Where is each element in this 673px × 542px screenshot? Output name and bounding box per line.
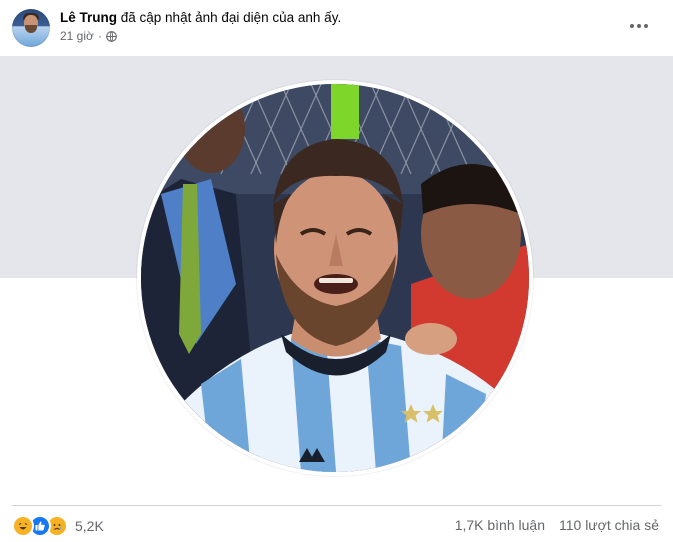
author-avatar[interactable] bbox=[12, 9, 50, 47]
author-name-link[interactable]: Lê Trung bbox=[60, 10, 117, 25]
reaction-count[interactable]: 5,2K bbox=[75, 518, 104, 534]
engagement-stats: 1,7K bình luận 110 lượt chia sẻ bbox=[455, 517, 659, 533]
dot-separator: · bbox=[97, 29, 102, 43]
post-action-text: đã cập nhật ảnh đại diện của anh ấy. bbox=[120, 10, 342, 25]
post-timestamp[interactable]: 21 giờ bbox=[60, 29, 94, 43]
post-meta: 21 giờ · bbox=[60, 29, 117, 43]
more-options-icon[interactable] bbox=[625, 14, 653, 38]
profile-photo-image bbox=[141, 84, 529, 472]
more-dot bbox=[644, 24, 648, 28]
profile-photo-frame[interactable] bbox=[137, 80, 533, 476]
more-dot bbox=[637, 24, 641, 28]
more-dot bbox=[630, 24, 634, 28]
footer-divider bbox=[12, 505, 661, 506]
post-title-line: Lê Trung đã cập nhật ảnh đại diện của an… bbox=[60, 10, 341, 26]
haha-icon bbox=[12, 515, 34, 537]
profile-photo[interactable] bbox=[141, 84, 529, 472]
avatar-beard bbox=[25, 25, 37, 33]
comment-count-link[interactable]: 1,7K bình luận bbox=[455, 517, 545, 533]
globe-icon[interactable] bbox=[106, 30, 117, 42]
post-header: Lê Trung đã cập nhật ảnh đại diện của an… bbox=[0, 0, 673, 56]
share-count-link[interactable]: 110 lượt chia sẻ bbox=[559, 517, 659, 533]
reactions-summary[interactable]: 5,2K bbox=[12, 515, 104, 537]
